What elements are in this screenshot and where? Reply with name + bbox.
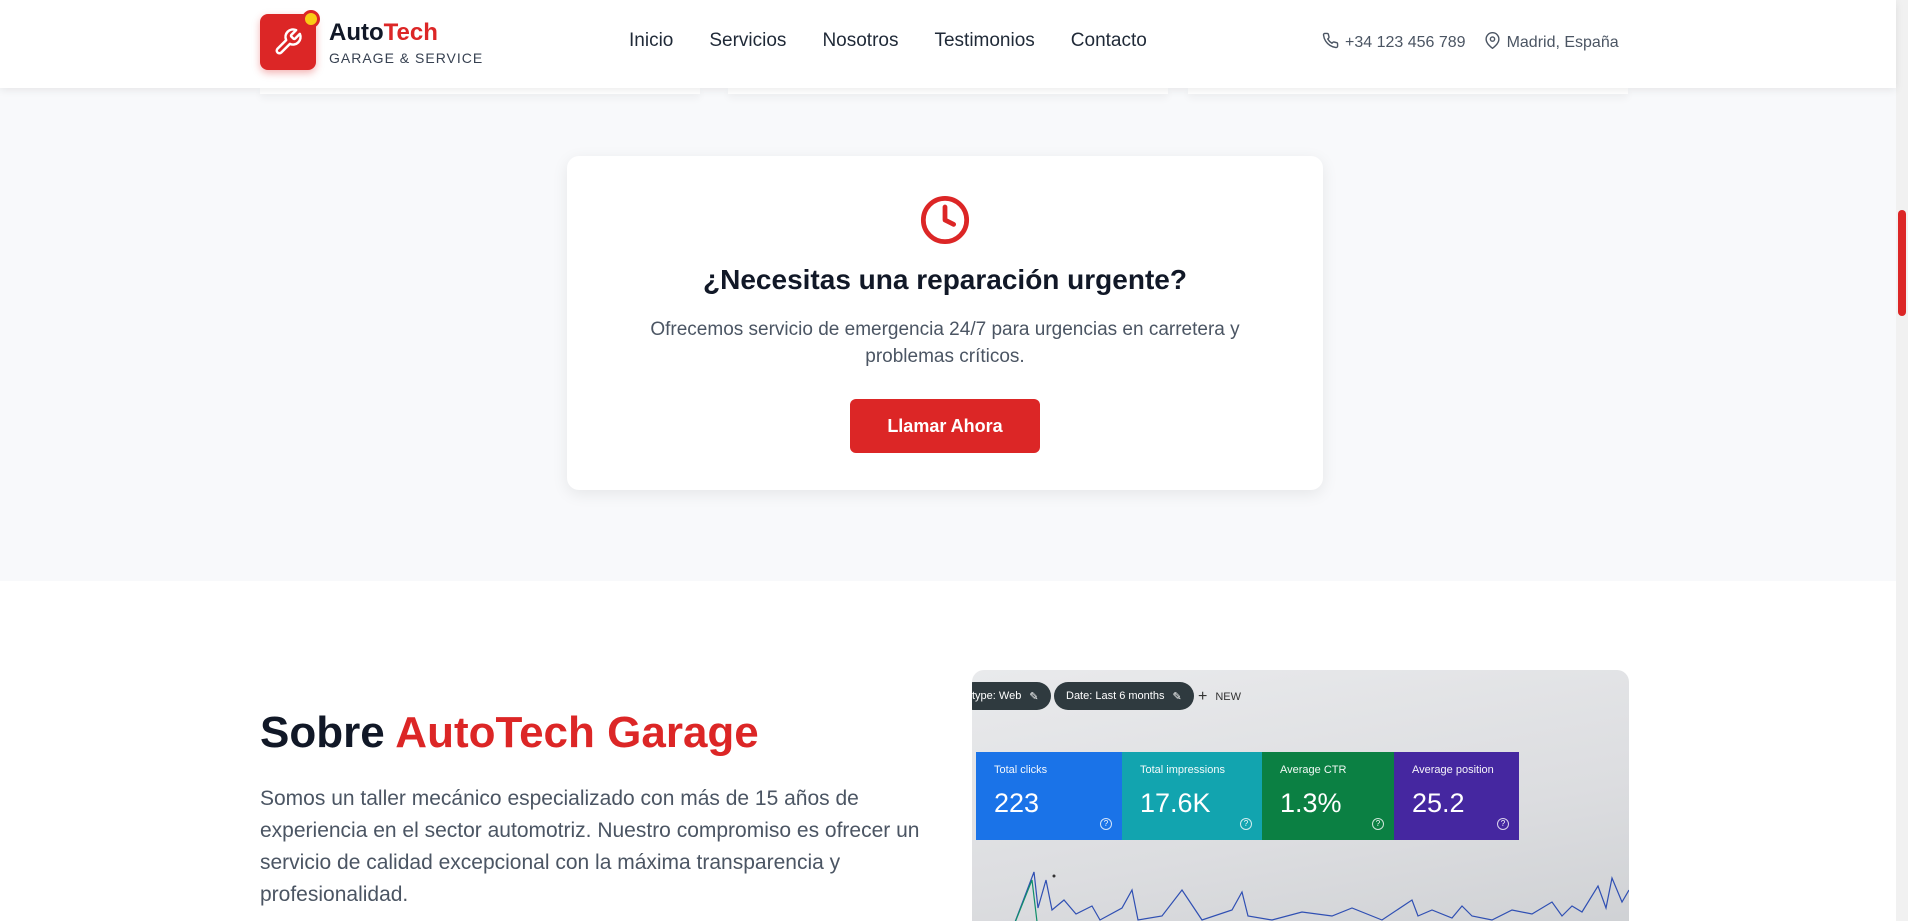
about-title-accent: AutoTech Garage <box>395 708 759 757</box>
map-pin-icon <box>1484 32 1501 54</box>
card-bottom-edge <box>260 88 700 94</box>
metric-card: Average position 25.2 ? <box>1394 752 1519 840</box>
about-title: Sobre AutoTech Garage <box>260 708 759 758</box>
help-icon: ? <box>1240 818 1252 830</box>
phone-contact[interactable]: +34 123 456 789 <box>1322 32 1466 54</box>
main-nav: Inicio Servicios Nosotros Testimonios Co… <box>629 30 1147 52</box>
metric-label: Total impressions <box>1140 764 1225 776</box>
brand-logo[interactable]: AutoTech GARAGE & SERVICE <box>260 10 484 70</box>
metric-card: Total impressions 17.6K ? <box>1122 752 1262 840</box>
brand-name-part1: Auto <box>329 18 384 46</box>
date-filter-chip: Date: Last 6 months ✎ <box>1054 682 1194 710</box>
card-bottom-edge <box>728 88 1168 94</box>
help-icon: ? <box>1100 818 1112 830</box>
logo-badge-dot <box>302 10 320 28</box>
metric-card: Average CTR 1.3% ? <box>1262 752 1394 840</box>
nav-link-inicio[interactable]: Inicio <box>629 30 673 52</box>
urgent-card: ¿Necesitas una reparación urgente? Ofrec… <box>567 156 1323 490</box>
help-icon: ? <box>1497 818 1509 830</box>
type-filter-label: type: Web <box>972 690 1022 702</box>
metric-value: 223 <box>994 788 1040 818</box>
type-filter-chip: type: Web ✎ <box>972 682 1051 710</box>
header-contact: +34 123 456 789 Madrid, España <box>1322 32 1619 54</box>
nav-link-testimonios[interactable]: Testimonios <box>934 30 1034 52</box>
new-filter-label: NEW <box>1215 691 1242 703</box>
wrench-icon <box>260 10 320 70</box>
date-filter-label: Date: Last 6 months <box>1066 690 1165 702</box>
pencil-icon: ✎ <box>1172 690 1182 703</box>
location-text: Madrid, España <box>1506 34 1619 51</box>
metric-label: Average CTR <box>1280 764 1347 776</box>
location-contact: Madrid, España <box>1484 32 1619 54</box>
brand-name-part2: Tech <box>383 18 438 46</box>
new-filter-button: + NEW <box>1198 688 1241 706</box>
nav-link-nosotros[interactable]: Nosotros <box>822 30 898 52</box>
scrollbar-thumb[interactable] <box>1898 210 1906 316</box>
call-now-button[interactable]: Llamar Ahora <box>850 399 1040 453</box>
urgent-description: Ofrecemos servicio de emergencia 24/7 pa… <box>650 319 1240 367</box>
card-bottom-edge <box>1188 88 1628 94</box>
metric-value: 1.3% <box>1280 788 1342 818</box>
brand-name: AutoTech <box>329 19 483 47</box>
about-title-prefix: Sobre <box>260 708 396 757</box>
nav-link-servicios[interactable]: Servicios <box>709 30 786 52</box>
phone-number: +34 123 456 789 <box>1345 34 1466 51</box>
site-header: AutoTech GARAGE & SERVICE Inicio Servici… <box>0 0 1896 88</box>
nav-link-contacto[interactable]: Contacto <box>1071 30 1147 52</box>
metric-value: 17.6K <box>1140 788 1211 818</box>
plus-icon: + <box>1198 688 1208 705</box>
urgent-title: ¿Necesitas una reparación urgente? <box>703 264 1187 295</box>
metric-value: 25.2 <box>1412 788 1465 818</box>
page-scrollbar[interactable] <box>1896 0 1908 921</box>
metric-card: Total clicks 223 ? <box>976 752 1122 840</box>
urgent-section: ¿Necesitas una reparación urgente? Ofrec… <box>0 88 1896 581</box>
metric-label: Total clicks <box>994 764 1048 776</box>
pencil-icon: ✎ <box>1029 690 1039 703</box>
brand-subtitle: GARAGE & SERVICE <box>329 49 484 66</box>
analytics-dashboard-image: type: Web ✎ Date: Last 6 months ✎ + NEW … <box>972 670 1629 921</box>
help-icon: ? <box>1372 818 1384 830</box>
analytics-line-chart <box>1014 871 1629 921</box>
clock-icon <box>919 194 971 251</box>
phone-icon <box>1322 32 1339 54</box>
about-description: Somos un taller mecánico especializado c… <box>260 787 920 906</box>
metric-label: Average position <box>1412 764 1494 776</box>
